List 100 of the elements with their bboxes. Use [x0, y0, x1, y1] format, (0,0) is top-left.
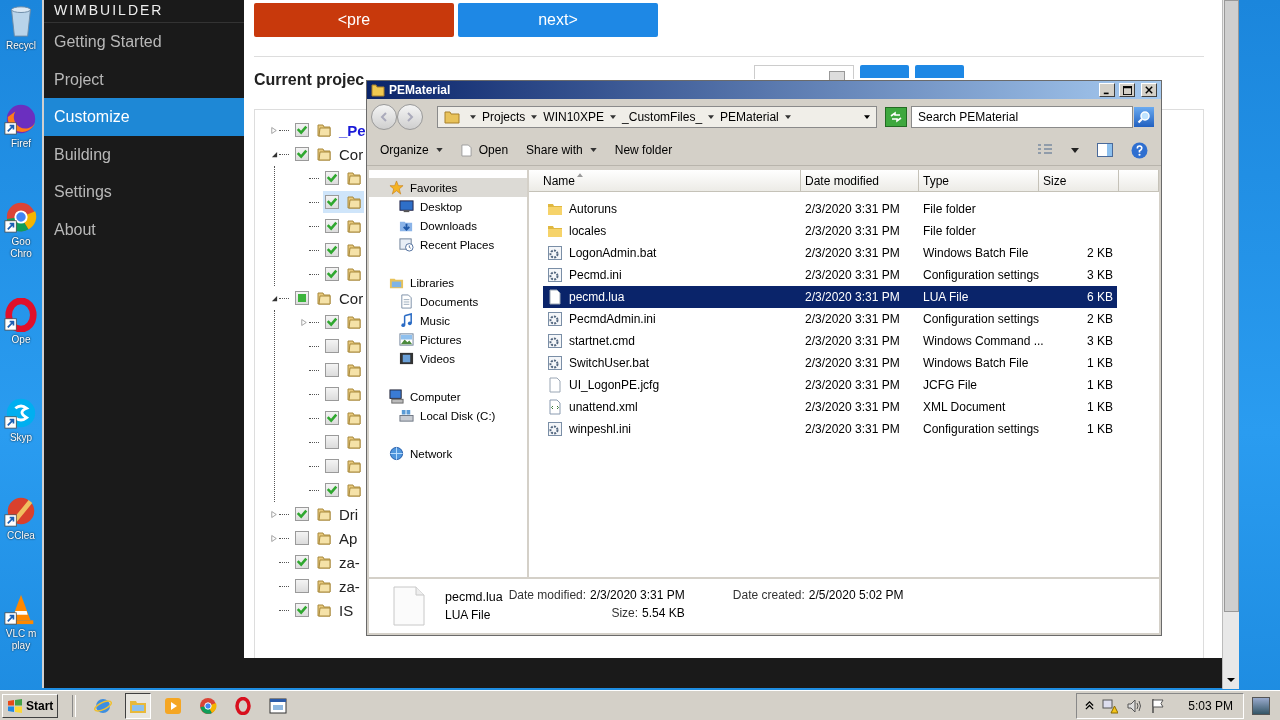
- breadcrumb-item[interactable]: WIN10XPE: [543, 110, 605, 124]
- toolbar-button[interactable]: Open: [453, 140, 516, 160]
- checkbox[interactable]: [325, 411, 339, 425]
- breadcrumb-item[interactable]: _CustomFiles_: [622, 110, 703, 124]
- breadcrumb-item[interactable]: PEMaterial: [720, 110, 779, 124]
- file-row[interactable]: pecmd.lua 2/3/2020 3:31 PM LUA File 6 KB: [543, 286, 1117, 308]
- forward-button[interactable]: [397, 104, 423, 130]
- search-button[interactable]: [1134, 107, 1154, 127]
- checkbox[interactable]: [295, 147, 309, 161]
- file-row[interactable]: startnet.cmd 2/3/2020 3:31 PM Windows Command ... 3 KB: [543, 330, 1117, 352]
- file-row[interactable]: Pecmd.ini 2/3/2020 3:31 PM Configuration settings 3 KB: [543, 264, 1117, 286]
- back-button[interactable]: [371, 104, 397, 130]
- checkbox[interactable]: [325, 435, 339, 449]
- caret-icon[interactable]: [864, 115, 870, 119]
- refresh-button[interactable]: [885, 107, 907, 127]
- chevron-up-icon[interactable]: [1085, 701, 1095, 710]
- ring-icon[interactable]: [4, 298, 38, 332]
- menu-item[interactable]: Project: [44, 60, 244, 99]
- caret-icon[interactable]: [610, 115, 617, 119]
- menu-item[interactable]: About: [44, 210, 244, 249]
- scrollbar[interactable]: [1222, 0, 1239, 689]
- caret-icon[interactable]: [531, 115, 538, 119]
- checkbox[interactable]: [325, 219, 339, 233]
- toolbar-button[interactable]: Organize: [373, 140, 450, 160]
- checkbox[interactable]: [325, 171, 339, 185]
- scroll-thumb[interactable]: [1224, 0, 1239, 612]
- collapse-icon[interactable]: [270, 294, 278, 302]
- address-bar[interactable]: Projects WIN10XPE _CustomFiles_ PEMaterial: [437, 106, 877, 128]
- checkbox[interactable]: [295, 555, 309, 569]
- checkbox[interactable]: [295, 603, 309, 617]
- tree-item[interactable]: Cor: [293, 287, 366, 309]
- maximize-button[interactable]: [1119, 83, 1135, 97]
- nav-item[interactable]: Local Disk (C:): [369, 406, 527, 425]
- scroll-down-icon[interactable]: [1226, 677, 1236, 683]
- start-button[interactable]: Start: [2, 693, 59, 718]
- nav-item[interactable]: Network: [369, 444, 527, 463]
- breadcrumb-item[interactable]: Projects: [482, 110, 526, 124]
- expand-icon[interactable]: [271, 125, 277, 135]
- desktop-icon-label[interactable]: Recycl: [1, 40, 41, 52]
- checkbox[interactable]: [295, 507, 309, 521]
- tree-item[interactable]: za-: [293, 575, 362, 597]
- toolbar-button[interactable]: Share with: [519, 140, 604, 160]
- file-row[interactable]: Autoruns 2/3/2020 3:31 PM File folder: [543, 198, 1117, 220]
- flag-icon[interactable]: [1150, 697, 1167, 714]
- tree-item[interactable]: za-: [293, 551, 362, 573]
- menu-item[interactable]: Getting Started: [44, 23, 244, 61]
- nav-item[interactable]: Downloads: [369, 216, 527, 235]
- nav-item[interactable]: Recent Places: [369, 235, 527, 254]
- tree-item[interactable]: IS: [293, 599, 356, 621]
- clock[interactable]: 5:03 PM: [1188, 698, 1233, 713]
- file-row[interactable]: winpeshl.ini 2/3/2020 3:31 PM Configuration settings 1 KB: [543, 418, 1117, 440]
- checkbox[interactable]: [325, 267, 339, 281]
- menu-item[interactable]: Customize: [44, 98, 244, 136]
- checkbox[interactable]: [295, 123, 309, 137]
- checkbox[interactable]: [325, 195, 339, 209]
- browser-icon[interactable]: [4, 102, 38, 136]
- file-row[interactable]: UI_LogonPE.jcfg 2/3/2020 3:31 PM JCFG File 1 KB: [543, 374, 1117, 396]
- menu-item[interactable]: Building: [44, 135, 244, 174]
- toolbar-button[interactable]: New folder: [607, 140, 680, 160]
- caret-icon[interactable]: [708, 115, 715, 119]
- nav-item[interactable]: Music: [369, 311, 527, 330]
- nav-item[interactable]: Computer: [369, 387, 527, 406]
- caret-icon[interactable]: [470, 115, 476, 119]
- checkbox[interactable]: [295, 579, 309, 593]
- expand-icon[interactable]: [301, 317, 307, 327]
- minimize-button[interactable]: [1099, 83, 1115, 97]
- checkbox[interactable]: [295, 531, 309, 545]
- checkbox[interactable]: [325, 315, 339, 329]
- checkbox[interactable]: [325, 387, 339, 401]
- tree-item[interactable]: Dri: [293, 503, 361, 525]
- checkbox[interactable]: [295, 291, 309, 305]
- tree-item[interactable]: [323, 191, 364, 213]
- checkbox[interactable]: [325, 243, 339, 257]
- checkbox[interactable]: [325, 459, 339, 473]
- previous-button[interactable]: <pre: [254, 3, 454, 37]
- nav-item[interactable]: Favorites: [369, 178, 527, 197]
- nav-item[interactable]: Documents: [369, 292, 527, 311]
- checkbox[interactable]: [325, 363, 339, 377]
- expand-icon[interactable]: [271, 533, 277, 543]
- collapse-icon[interactable]: [270, 150, 278, 158]
- expand-icon[interactable]: [271, 509, 277, 519]
- network-warning-icon[interactable]: [1102, 697, 1119, 714]
- file-row[interactable]: unattend.xml 2/3/2020 3:31 PM XML Document 1 KB: [543, 396, 1117, 418]
- column-header[interactable]: Date modified: [801, 170, 919, 191]
- column-header[interactable]: Name: [529, 170, 801, 191]
- next-button[interactable]: next>: [458, 3, 658, 37]
- caret-icon[interactable]: [784, 115, 791, 119]
- file-row[interactable]: LogonAdmin.bat 2/3/2020 3:31 PM Windows Batch File 2 KB: [543, 242, 1117, 264]
- file-row[interactable]: locales 2/3/2020 3:31 PM File folder: [543, 220, 1117, 242]
- nav-item[interactable]: Desktop: [369, 197, 527, 216]
- column-header[interactable]: Type: [919, 170, 1039, 191]
- nav-item[interactable]: Pictures: [369, 330, 527, 349]
- menu-item[interactable]: Settings: [44, 173, 244, 211]
- column-header[interactable]: Size: [1039, 170, 1119, 191]
- file-row[interactable]: SwitchUser.bat 2/3/2020 3:31 PM Windows Batch File 1 KB: [543, 352, 1117, 374]
- chat-icon[interactable]: [4, 396, 38, 430]
- file-row[interactable]: PecmdAdmin.ini 2/3/2020 3:31 PM Configuration settings 2 KB: [543, 308, 1117, 330]
- nav-item[interactable]: Videos: [369, 349, 527, 368]
- browser-icon[interactable]: [4, 200, 38, 234]
- tree-item[interactable]: Ap: [293, 527, 360, 549]
